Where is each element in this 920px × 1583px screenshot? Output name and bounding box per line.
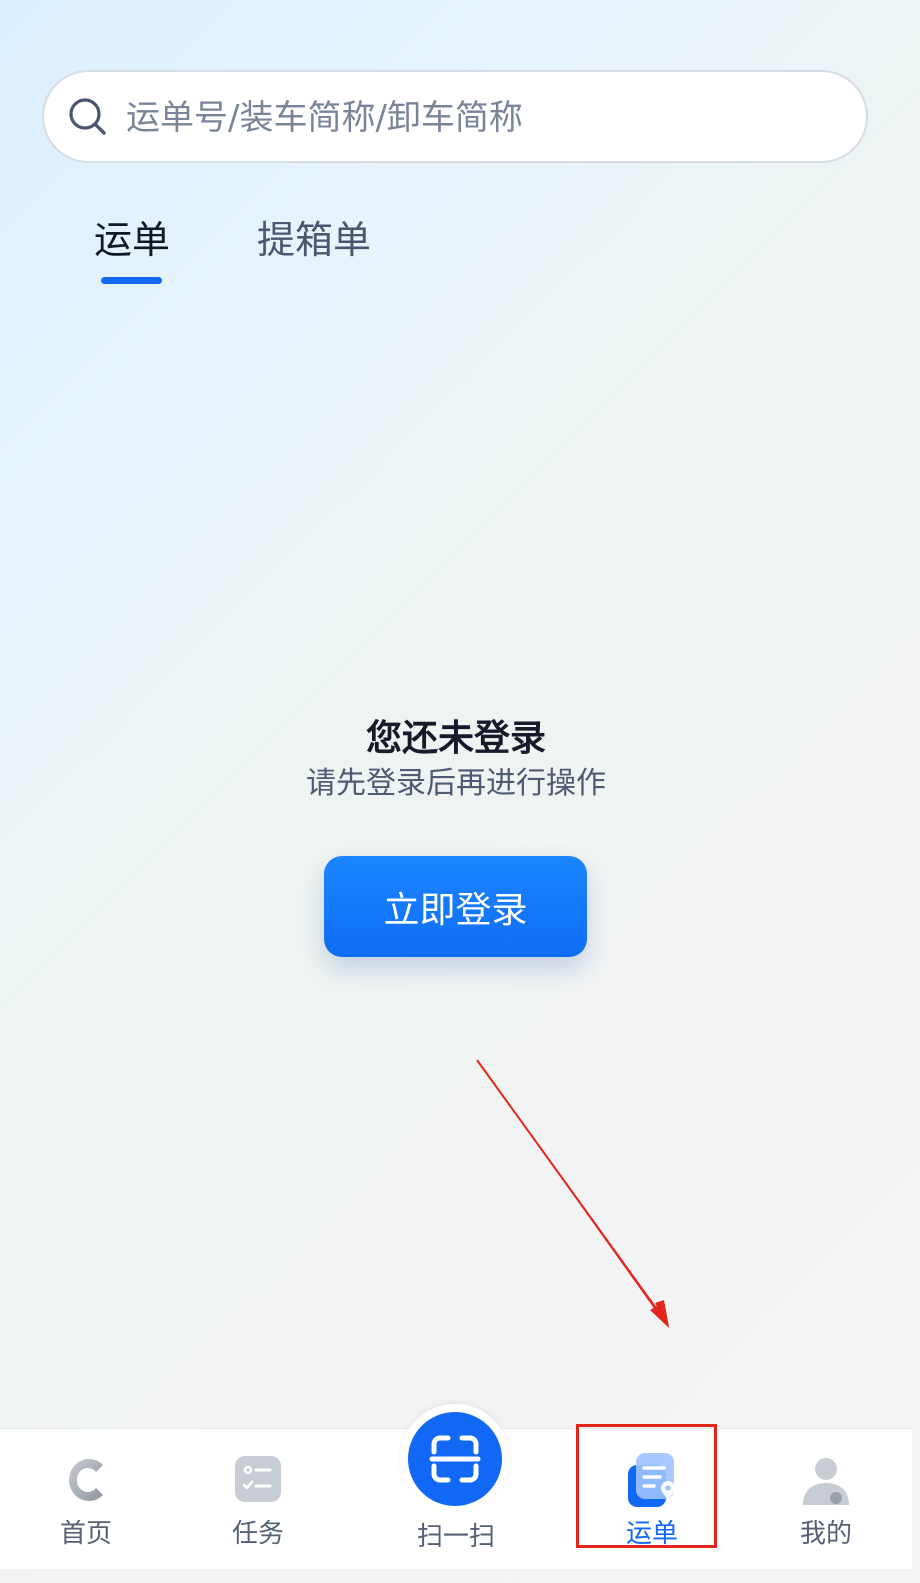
nav-waybill[interactable]: 运单 xyxy=(592,1429,712,1569)
nav-task-label: 任务 xyxy=(231,1519,284,1549)
nav-waybill-label: 运单 xyxy=(625,1519,678,1549)
search-bar[interactable] xyxy=(42,70,868,163)
not-logged-in-title: 您还未登录 xyxy=(365,718,546,759)
nav-scan[interactable]: 扫一扫 xyxy=(396,1428,516,1568)
home-c-logo-icon xyxy=(69,1459,103,1501)
search-icon xyxy=(69,98,106,135)
not-logged-in-subtitle: 请先登录后再进行操作 xyxy=(306,766,606,801)
nav-home-label: 首页 xyxy=(59,1519,112,1549)
nav-scan-label: 扫一扫 xyxy=(416,1522,495,1552)
task-list-icon xyxy=(235,1456,281,1502)
nav-home[interactable]: 首页 xyxy=(26,1429,146,1569)
profile-icon xyxy=(803,1458,849,1505)
tab-pickup-order[interactable]: 提箱单 xyxy=(257,214,371,266)
waybill-icon xyxy=(628,1453,675,1507)
nav-mine[interactable]: 我的 xyxy=(766,1429,886,1569)
active-tab-indicator xyxy=(101,277,162,284)
tab-waybill[interactable]: 运单 xyxy=(94,214,170,266)
login-button[interactable]: 立即登录 xyxy=(324,856,587,957)
nav-task[interactable]: 任务 xyxy=(198,1429,318,1569)
search-input[interactable] xyxy=(124,88,828,148)
nav-mine-label: 我的 xyxy=(799,1519,852,1549)
